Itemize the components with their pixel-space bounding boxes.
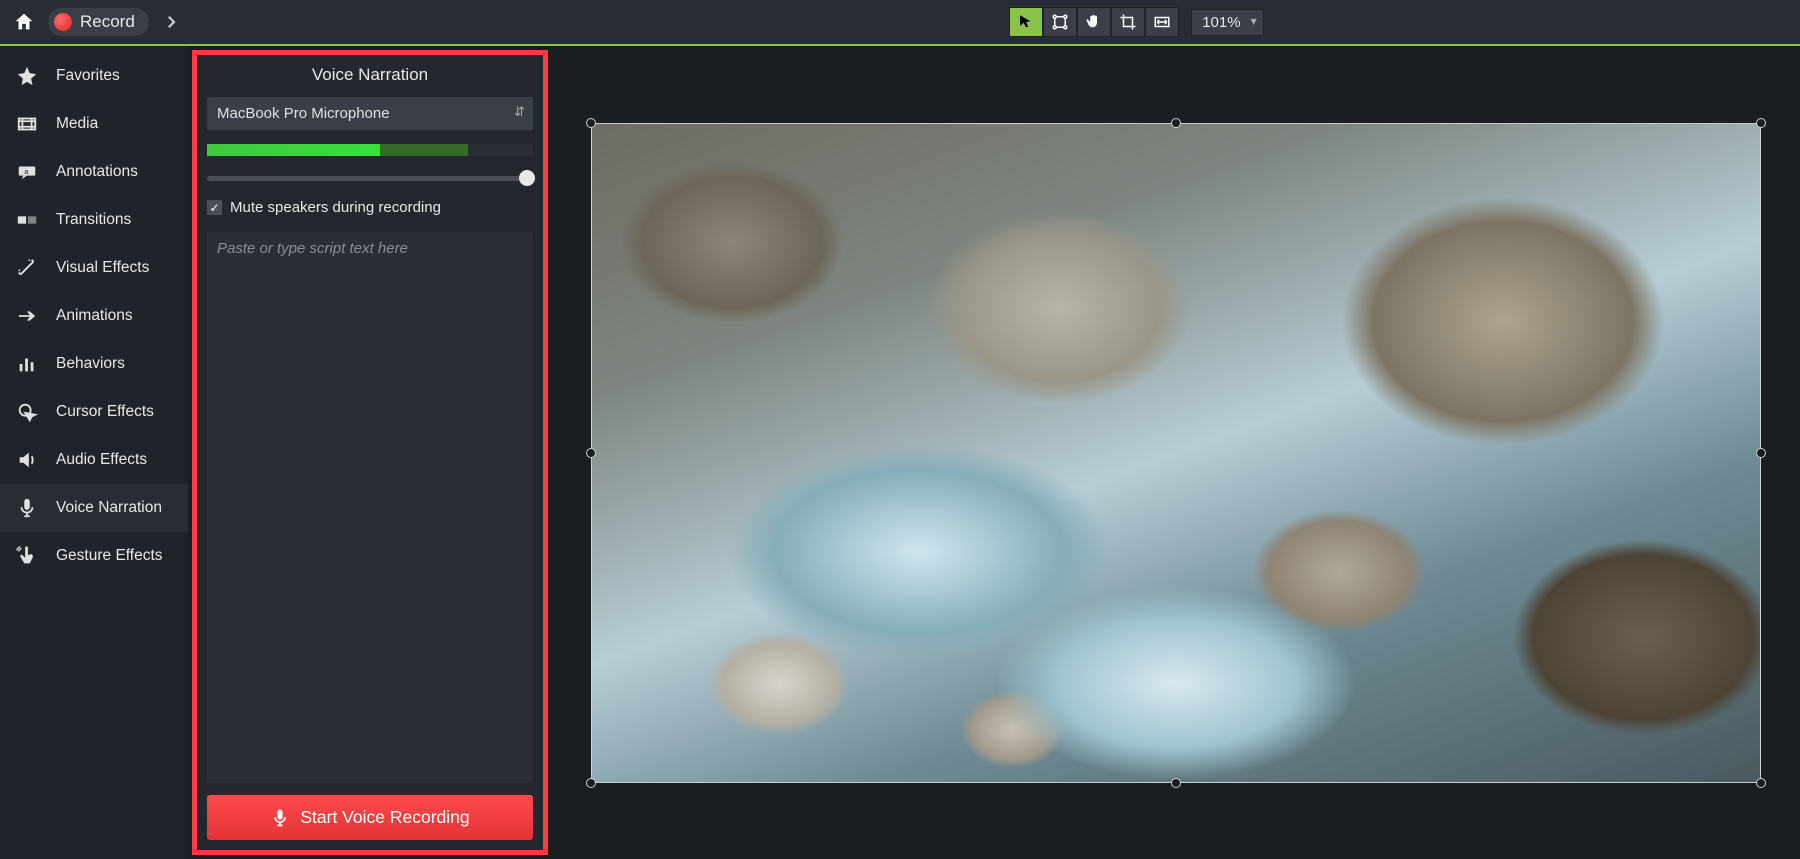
zoom-level-select[interactable]: 101% [1191, 9, 1263, 36]
record-menu-chevron[interactable] [159, 10, 183, 34]
top-toolbar: Record 101% [0, 0, 1800, 46]
sidebar-item-label: Visual Effects [56, 259, 149, 277]
star-icon [14, 65, 40, 87]
script-placeholder: Paste or type script text here [217, 240, 408, 257]
resize-handles-icon [1051, 13, 1069, 31]
tools-sidebar: Favorites Media a Annotations Transition… [0, 46, 188, 859]
sidebar-item-label: Animations [56, 307, 133, 325]
sidebar-item-cursor-effects[interactable]: Cursor Effects [0, 388, 188, 436]
resize-handle-w[interactable] [586, 448, 596, 458]
mute-speakers-label: Mute speakers during recording [230, 199, 441, 216]
cursor-icon [1017, 13, 1035, 31]
record-button[interactable]: Record [48, 8, 149, 36]
pan-tool[interactable] [1077, 7, 1111, 37]
start-voice-recording-button[interactable]: Start Voice Recording [207, 795, 533, 840]
canvas-size-tool[interactable] [1145, 7, 1179, 37]
arrow-right-icon [14, 305, 40, 327]
equalizer-icon [14, 353, 40, 375]
resize-handle-e[interactable] [1756, 448, 1766, 458]
sidebar-item-gesture-effects[interactable]: Gesture Effects [0, 532, 188, 580]
tap-icon [14, 545, 40, 567]
start-voice-recording-label: Start Voice Recording [300, 807, 469, 828]
mute-speakers-checkbox[interactable]: ✓ [207, 200, 222, 215]
crop-tool[interactable] [1111, 7, 1145, 37]
input-level-meter [207, 144, 533, 156]
input-level-fill [207, 144, 380, 156]
script-textarea[interactable]: Paste or type script text here [207, 232, 533, 783]
select-tool[interactable] [1009, 7, 1043, 37]
sidebar-item-visual-effects[interactable]: Visual Effects [0, 244, 188, 292]
resize-handle-ne[interactable] [1756, 118, 1766, 128]
home-icon [13, 11, 35, 33]
panel-title: Voice Narration [197, 55, 543, 97]
sidebar-item-favorites[interactable]: Favorites [0, 52, 188, 100]
microphone-select[interactable]: MacBook Pro Microphone [207, 97, 533, 130]
canvas-frame[interactable] [591, 123, 1761, 783]
home-button[interactable] [10, 8, 38, 36]
sidebar-item-transitions[interactable]: Transitions [0, 196, 188, 244]
microphone-icon [270, 808, 290, 828]
sidebar-item-label: Media [56, 115, 98, 133]
callout-icon: a [14, 161, 40, 183]
microphone-selected-value: MacBook Pro Microphone [217, 105, 390, 122]
resize-handle-nw[interactable] [586, 118, 596, 128]
resize-tool[interactable] [1043, 7, 1077, 37]
crop-icon [1119, 13, 1137, 31]
hand-icon [1085, 13, 1103, 31]
zoom-level-value: 101% [1202, 14, 1240, 31]
microphone-icon [14, 497, 40, 519]
sidebar-item-media[interactable]: Media [0, 100, 188, 148]
record-button-label: Record [80, 12, 135, 32]
sidebar-item-behaviors[interactable]: Behaviors [0, 340, 188, 388]
cursor-target-icon [14, 401, 40, 423]
gain-slider[interactable] [207, 176, 533, 181]
sidebar-item-label: Cursor Effects [56, 403, 154, 421]
chevron-right-icon [162, 13, 180, 31]
sidebar-item-animations[interactable]: Animations [0, 292, 188, 340]
resize-handle-se[interactable] [1756, 778, 1766, 788]
filmstrip-icon [14, 113, 40, 135]
sidebar-item-label: Behaviors [56, 355, 125, 373]
sidebar-item-label: Gesture Effects [56, 547, 163, 565]
record-dot-icon [54, 13, 72, 31]
resize-handle-sw[interactable] [586, 778, 596, 788]
transition-icon [14, 209, 40, 231]
voice-narration-panel: Voice Narration MacBook Pro Microphone ✓… [188, 46, 552, 859]
wand-icon [14, 257, 40, 279]
gain-slider-thumb[interactable] [519, 170, 535, 186]
canvas-tools: 101% [483, 7, 1790, 37]
canvas-area[interactable] [552, 46, 1800, 859]
sidebar-item-label: Transitions [56, 211, 131, 229]
sidebar-item-annotations[interactable]: a Annotations [0, 148, 188, 196]
speaker-icon [14, 449, 40, 471]
sidebar-item-label: Audio Effects [56, 451, 147, 469]
resize-handle-n[interactable] [1171, 118, 1181, 128]
resize-handle-s[interactable] [1171, 778, 1181, 788]
canvas-media-preview[interactable] [591, 123, 1761, 783]
sidebar-item-label: Favorites [56, 67, 120, 85]
sidebar-item-label: Voice Narration [56, 499, 162, 517]
canvas-size-icon [1152, 13, 1172, 31]
sidebar-item-label: Annotations [56, 163, 138, 181]
sidebar-item-voice-narration[interactable]: Voice Narration [0, 484, 188, 532]
sidebar-item-audio-effects[interactable]: Audio Effects [0, 436, 188, 484]
